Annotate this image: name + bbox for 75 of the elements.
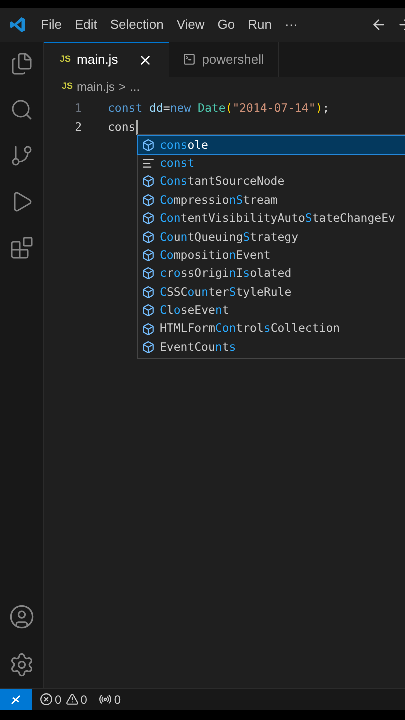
line-number: 1	[74, 100, 83, 117]
menu-item[interactable]: File	[41, 15, 62, 35]
suggestion-item[interactable]: HTMLFormControlsCollection	[138, 320, 405, 338]
file-type-label: JS	[62, 80, 74, 94]
terminal-icon	[183, 53, 196, 66]
suggestion-label: CSSCounterStyleRule	[160, 284, 292, 301]
suggestion-item[interactable]: CSSCounterStyleRule	[138, 283, 405, 302]
editor-tab[interactable]: powershell	[169, 42, 280, 77]
suggestion-label: const	[160, 154, 195, 172]
suggestion-label: CloseEvent	[160, 302, 230, 320]
tab-label: main.js	[77, 51, 118, 70]
variable-icon	[142, 194, 155, 207]
ports-count: 0	[114, 692, 122, 708]
variable-icon	[142, 286, 155, 299]
menu-item[interactable]: Edit	[74, 15, 98, 35]
keyword-icon	[142, 157, 155, 170]
variable-icon	[142, 267, 155, 280]
menu-item[interactable]: View	[176, 15, 205, 35]
suggestion-item[interactable]: CompositionEvent	[138, 246, 405, 265]
error-icon	[40, 693, 53, 706]
variable-icon	[142, 322, 155, 336]
variable-icon	[142, 249, 155, 262]
suggestion-item[interactable]: console	[138, 136, 405, 154]
variable-icon	[142, 304, 155, 318]
suggestion-item[interactable]: ContentVisibilityAutoStateChangeEv	[138, 210, 405, 228]
tab-label: powershell	[202, 50, 264, 69]
menu-item[interactable]: ···	[285, 15, 298, 35]
warning-count: 0	[80, 692, 88, 708]
breadcrumb-separator: >	[119, 79, 126, 96]
suggestion-label: ContentVisibilityAutoStateChangeEv	[160, 210, 396, 228]
suggestion-label: CountQueuingStrategy	[160, 228, 299, 246]
breadcrumb-item[interactable]: ...	[130, 78, 140, 96]
variable-icon	[142, 230, 155, 244]
editor-tab[interactable]: JS main.js	[44, 42, 170, 77]
warning-icon	[66, 693, 79, 706]
suggestion-item[interactable]: const	[138, 154, 405, 173]
suggestion-label: crossOriginIsolated	[160, 265, 292, 282]
suggestion-label: CompositionEvent	[160, 246, 271, 264]
suggestion-item[interactable]: crossOriginIsolated	[138, 264, 405, 284]
source-control-icon[interactable]	[10, 144, 34, 168]
ports-icon	[99, 693, 112, 706]
code-line: const dd=new Date("2014-07-14");	[108, 100, 330, 117]
variable-icon	[142, 340, 155, 354]
suggestion-item[interactable]: ConstantSourceNode	[138, 172, 405, 192]
variable-icon	[142, 212, 155, 226]
menu-item[interactable]: Selection	[110, 15, 164, 35]
suggestion-item[interactable]: CloseEvent	[138, 302, 405, 320]
ports-button[interactable]: 0	[99, 690, 122, 708]
suggestion-item[interactable]: CountQueuingStrategy	[138, 228, 405, 246]
settings-icon[interactable]	[8, 652, 34, 678]
search-icon[interactable]	[10, 98, 34, 122]
file-type-label: JS	[60, 53, 72, 66]
code-line: cons	[108, 118, 138, 136]
line-number: 2	[74, 118, 83, 136]
suggestion-label: HTMLFormControlsCollection	[160, 320, 340, 338]
remote-icon	[10, 694, 22, 706]
suggestion-item[interactable]: CompressionStream	[138, 191, 405, 210]
breadcrumb-item[interactable]: main.js	[77, 78, 116, 96]
menu-item[interactable]: Run	[248, 15, 272, 35]
suggestion-label: console	[160, 136, 208, 154]
menu-item[interactable]: Go	[218, 15, 236, 35]
editor-logo-icon	[9, 16, 27, 34]
suggestion-item[interactable]: EventCounts	[138, 338, 405, 357]
files-icon[interactable]	[10, 52, 34, 76]
variable-icon	[142, 175, 155, 188]
suggestion-label: EventCounts	[160, 338, 236, 356]
problems-button[interactable]: 0 0	[40, 690, 88, 708]
variable-icon	[142, 138, 155, 152]
back-arrow-icon[interactable]	[371, 17, 387, 33]
account-icon[interactable]	[8, 604, 34, 630]
extensions-icon[interactable]	[10, 236, 34, 260]
remote-button[interactable]	[0, 689, 32, 710]
error-count: 0	[55, 692, 62, 708]
suggestion-label: ConstantSourceNode	[160, 173, 285, 190]
suggestion-label: CompressionStream	[160, 192, 278, 209]
